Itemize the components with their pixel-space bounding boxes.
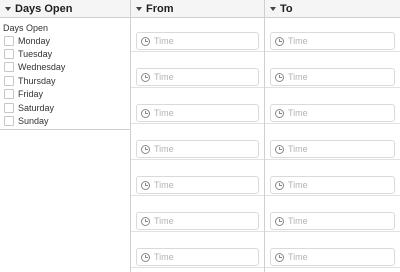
time-placeholder: Time (288, 72, 308, 82)
time-placeholder: Time (288, 252, 308, 262)
from-time-input[interactable]: Time (136, 68, 259, 86)
time-placeholder: Time (154, 36, 174, 46)
time-placeholder: Time (154, 252, 174, 262)
time-placeholder: Time (288, 36, 308, 46)
checkbox[interactable] (4, 89, 14, 100)
hours-table: Days Open From To Days Open Monday Tuesd… (0, 0, 400, 272)
to-time-input[interactable]: Time (270, 104, 395, 122)
from-row: Time (131, 124, 264, 160)
day-option-sunday[interactable]: Sunday (0, 114, 130, 127)
column-header-days-open[interactable]: Days Open (0, 0, 131, 18)
day-label: Thursday (18, 75, 56, 86)
clock-icon (141, 36, 150, 46)
to-time-input[interactable]: Time (270, 140, 395, 158)
day-label: Sunday (18, 116, 49, 127)
day-option-wednesday[interactable]: Wednesday (0, 61, 130, 74)
to-row: Time (265, 52, 400, 88)
clock-icon (141, 72, 150, 82)
time-placeholder: Time (288, 144, 308, 154)
clock-icon (275, 180, 284, 190)
from-row: Time (131, 16, 264, 52)
to-row: Time (265, 232, 400, 268)
column-header-label: Days Open (15, 3, 73, 15)
to-time-input[interactable]: Time (270, 176, 395, 194)
clock-icon (275, 108, 284, 118)
from-time-input[interactable]: Time (136, 140, 259, 158)
from-time-input[interactable]: Time (136, 176, 259, 194)
day-label: Friday (18, 89, 44, 100)
to-column: Time Time Time Time Time Time Time (265, 18, 400, 272)
to-row: Time (265, 196, 400, 232)
to-time-input[interactable]: Time (270, 248, 395, 266)
day-option-monday[interactable]: Monday (0, 34, 130, 47)
from-row: Time (131, 196, 264, 232)
from-row: Time (131, 88, 264, 124)
to-row: Time (265, 88, 400, 124)
from-row: Time (131, 232, 264, 268)
clock-icon (141, 252, 150, 262)
caret-down-icon[interactable] (136, 7, 142, 11)
day-label: Wednesday (18, 62, 66, 73)
clock-icon (275, 72, 284, 82)
to-row: Time (265, 160, 400, 196)
days-open-column: Days Open Monday Tuesday Wednesday Thurs… (0, 18, 131, 272)
day-option-friday[interactable]: Friday (0, 88, 130, 101)
to-time-input[interactable]: Time (270, 32, 395, 50)
from-row: Time (131, 52, 264, 88)
column-header-label: To (280, 3, 293, 15)
to-time-input[interactable]: Time (270, 212, 395, 230)
days-open-cell: Days Open Monday Tuesday Wednesday Thurs… (0, 18, 130, 130)
checkbox[interactable] (4, 35, 14, 46)
from-time-input[interactable]: Time (136, 32, 259, 50)
clock-icon (275, 252, 284, 262)
checkbox[interactable] (4, 116, 14, 127)
to-row: Time (265, 16, 400, 52)
from-time-input[interactable]: Time (136, 104, 259, 122)
time-placeholder: Time (288, 216, 308, 226)
days-open-group-label: Days Open (3, 23, 49, 33)
time-placeholder: Time (288, 108, 308, 118)
checkbox[interactable] (4, 75, 14, 86)
time-placeholder: Time (154, 108, 174, 118)
from-time-input[interactable]: Time (136, 248, 259, 266)
day-label: Tuesday (18, 49, 53, 60)
from-column: Time Time Time Time Time Time Time (131, 18, 265, 272)
clock-icon (141, 144, 150, 154)
checkbox[interactable] (4, 62, 14, 73)
caret-down-icon[interactable] (270, 7, 276, 11)
clock-icon (275, 36, 284, 46)
from-time-input[interactable]: Time (136, 212, 259, 230)
time-placeholder: Time (154, 216, 174, 226)
column-header-label: From (146, 3, 174, 15)
caret-down-icon[interactable] (5, 7, 11, 11)
clock-icon (141, 216, 150, 226)
time-placeholder: Time (154, 144, 174, 154)
day-option-saturday[interactable]: Saturday (0, 101, 130, 114)
clock-icon (141, 108, 150, 118)
to-time-input[interactable]: Time (270, 68, 395, 86)
checkbox[interactable] (4, 49, 14, 60)
day-option-tuesday[interactable]: Tuesday (0, 47, 130, 60)
checkbox[interactable] (4, 102, 14, 113)
day-label: Monday (18, 35, 51, 46)
to-row: Time (265, 124, 400, 160)
day-label: Saturday (18, 102, 55, 113)
clock-icon (275, 216, 284, 226)
clock-icon (141, 180, 150, 190)
time-placeholder: Time (288, 180, 308, 190)
from-row: Time (131, 160, 264, 196)
clock-icon (275, 144, 284, 154)
day-option-thursday[interactable]: Thursday (0, 74, 130, 87)
time-placeholder: Time (154, 180, 174, 190)
time-placeholder: Time (154, 72, 174, 82)
